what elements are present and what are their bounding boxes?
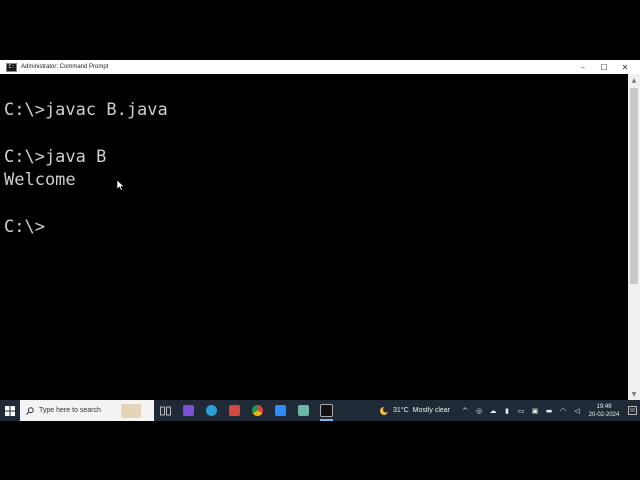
- wifi-icon[interactable]: ◠: [556, 400, 570, 421]
- cloud-icon[interactable]: ☁: [486, 400, 500, 421]
- console-line: C:\>javac B.java: [4, 100, 168, 120]
- search-highlight-icon: [120, 403, 141, 418]
- maximize-button[interactable]: ☐: [593, 60, 615, 74]
- search-icon: [26, 406, 34, 415]
- battery-icon[interactable]: ▬: [542, 400, 556, 421]
- clock-time: 19:49: [596, 403, 612, 410]
- title-bar[interactable]: C: Administrator: Command Prompt – ☐ ✕: [0, 60, 640, 74]
- command-prompt-icon: C:: [6, 62, 17, 72]
- task-view-icon[interactable]: [154, 400, 177, 421]
- visual-studio-icon[interactable]: [177, 400, 200, 421]
- command-prompt-taskbar-icon[interactable]: [315, 400, 338, 421]
- scrollbar-thumb[interactable]: [630, 88, 638, 284]
- network-icon[interactable]: ◎: [472, 400, 486, 421]
- window-title: Administrator: Command Prompt: [21, 64, 109, 70]
- close-button[interactable]: ✕: [614, 60, 636, 74]
- app-icon[interactable]: [223, 400, 246, 421]
- microphone-icon[interactable]: ▮: [500, 400, 514, 421]
- console-line: Welcome: [4, 170, 76, 190]
- system-tray: 31°C Mostly clear ^ ◎ ☁ ▮ ▭ ▣ ▬ ◠ ◁ 19:4…: [379, 400, 640, 421]
- command-prompt-window[interactable]: C: Administrator: Command Prompt – ☐ ✕ C…: [0, 60, 640, 400]
- start-button[interactable]: [0, 400, 20, 421]
- weather-widget[interactable]: 31°C Mostly clear: [379, 406, 450, 416]
- console-line: C:\>: [4, 217, 45, 237]
- clock[interactable]: 19:49 20-02-2024: [584, 403, 624, 419]
- volume-icon[interactable]: ◁: [570, 400, 584, 421]
- chevron-up-icon[interactable]: ^: [458, 400, 472, 421]
- vertical-scrollbar[interactable]: ▲ ▼: [628, 74, 640, 400]
- scroll-down-icon[interactable]: ▼: [628, 388, 640, 400]
- search-placeholder: Type here to search: [39, 407, 101, 414]
- windows-logo-icon: [5, 405, 15, 416]
- scroll-up-icon[interactable]: ▲: [628, 74, 640, 86]
- edge-icon[interactable]: [200, 400, 223, 421]
- console-line: C:\>java B: [4, 147, 107, 167]
- zoom-icon[interactable]: [269, 400, 292, 421]
- console-output[interactable]: C:\>javac B.java C:\>java B Welcome C:\>: [0, 74, 628, 400]
- display-icon[interactable]: ▣: [528, 400, 542, 421]
- weather-condition: Mostly clear: [412, 407, 450, 414]
- explorer-icon[interactable]: [292, 400, 315, 421]
- weather-temp: 31°C: [393, 407, 409, 414]
- camera-icon[interactable]: ▭: [514, 400, 528, 421]
- moon-icon: [380, 406, 390, 415]
- minimize-button[interactable]: –: [572, 60, 594, 74]
- taskbar: Type here to search 31°C Mostly clear ^ …: [0, 400, 640, 421]
- clock-date: 20-02-2024: [588, 411, 620, 418]
- taskbar-search-box[interactable]: Type here to search: [20, 400, 154, 421]
- notification-icon[interactable]: [624, 400, 640, 421]
- chrome-icon[interactable]: [246, 400, 269, 421]
